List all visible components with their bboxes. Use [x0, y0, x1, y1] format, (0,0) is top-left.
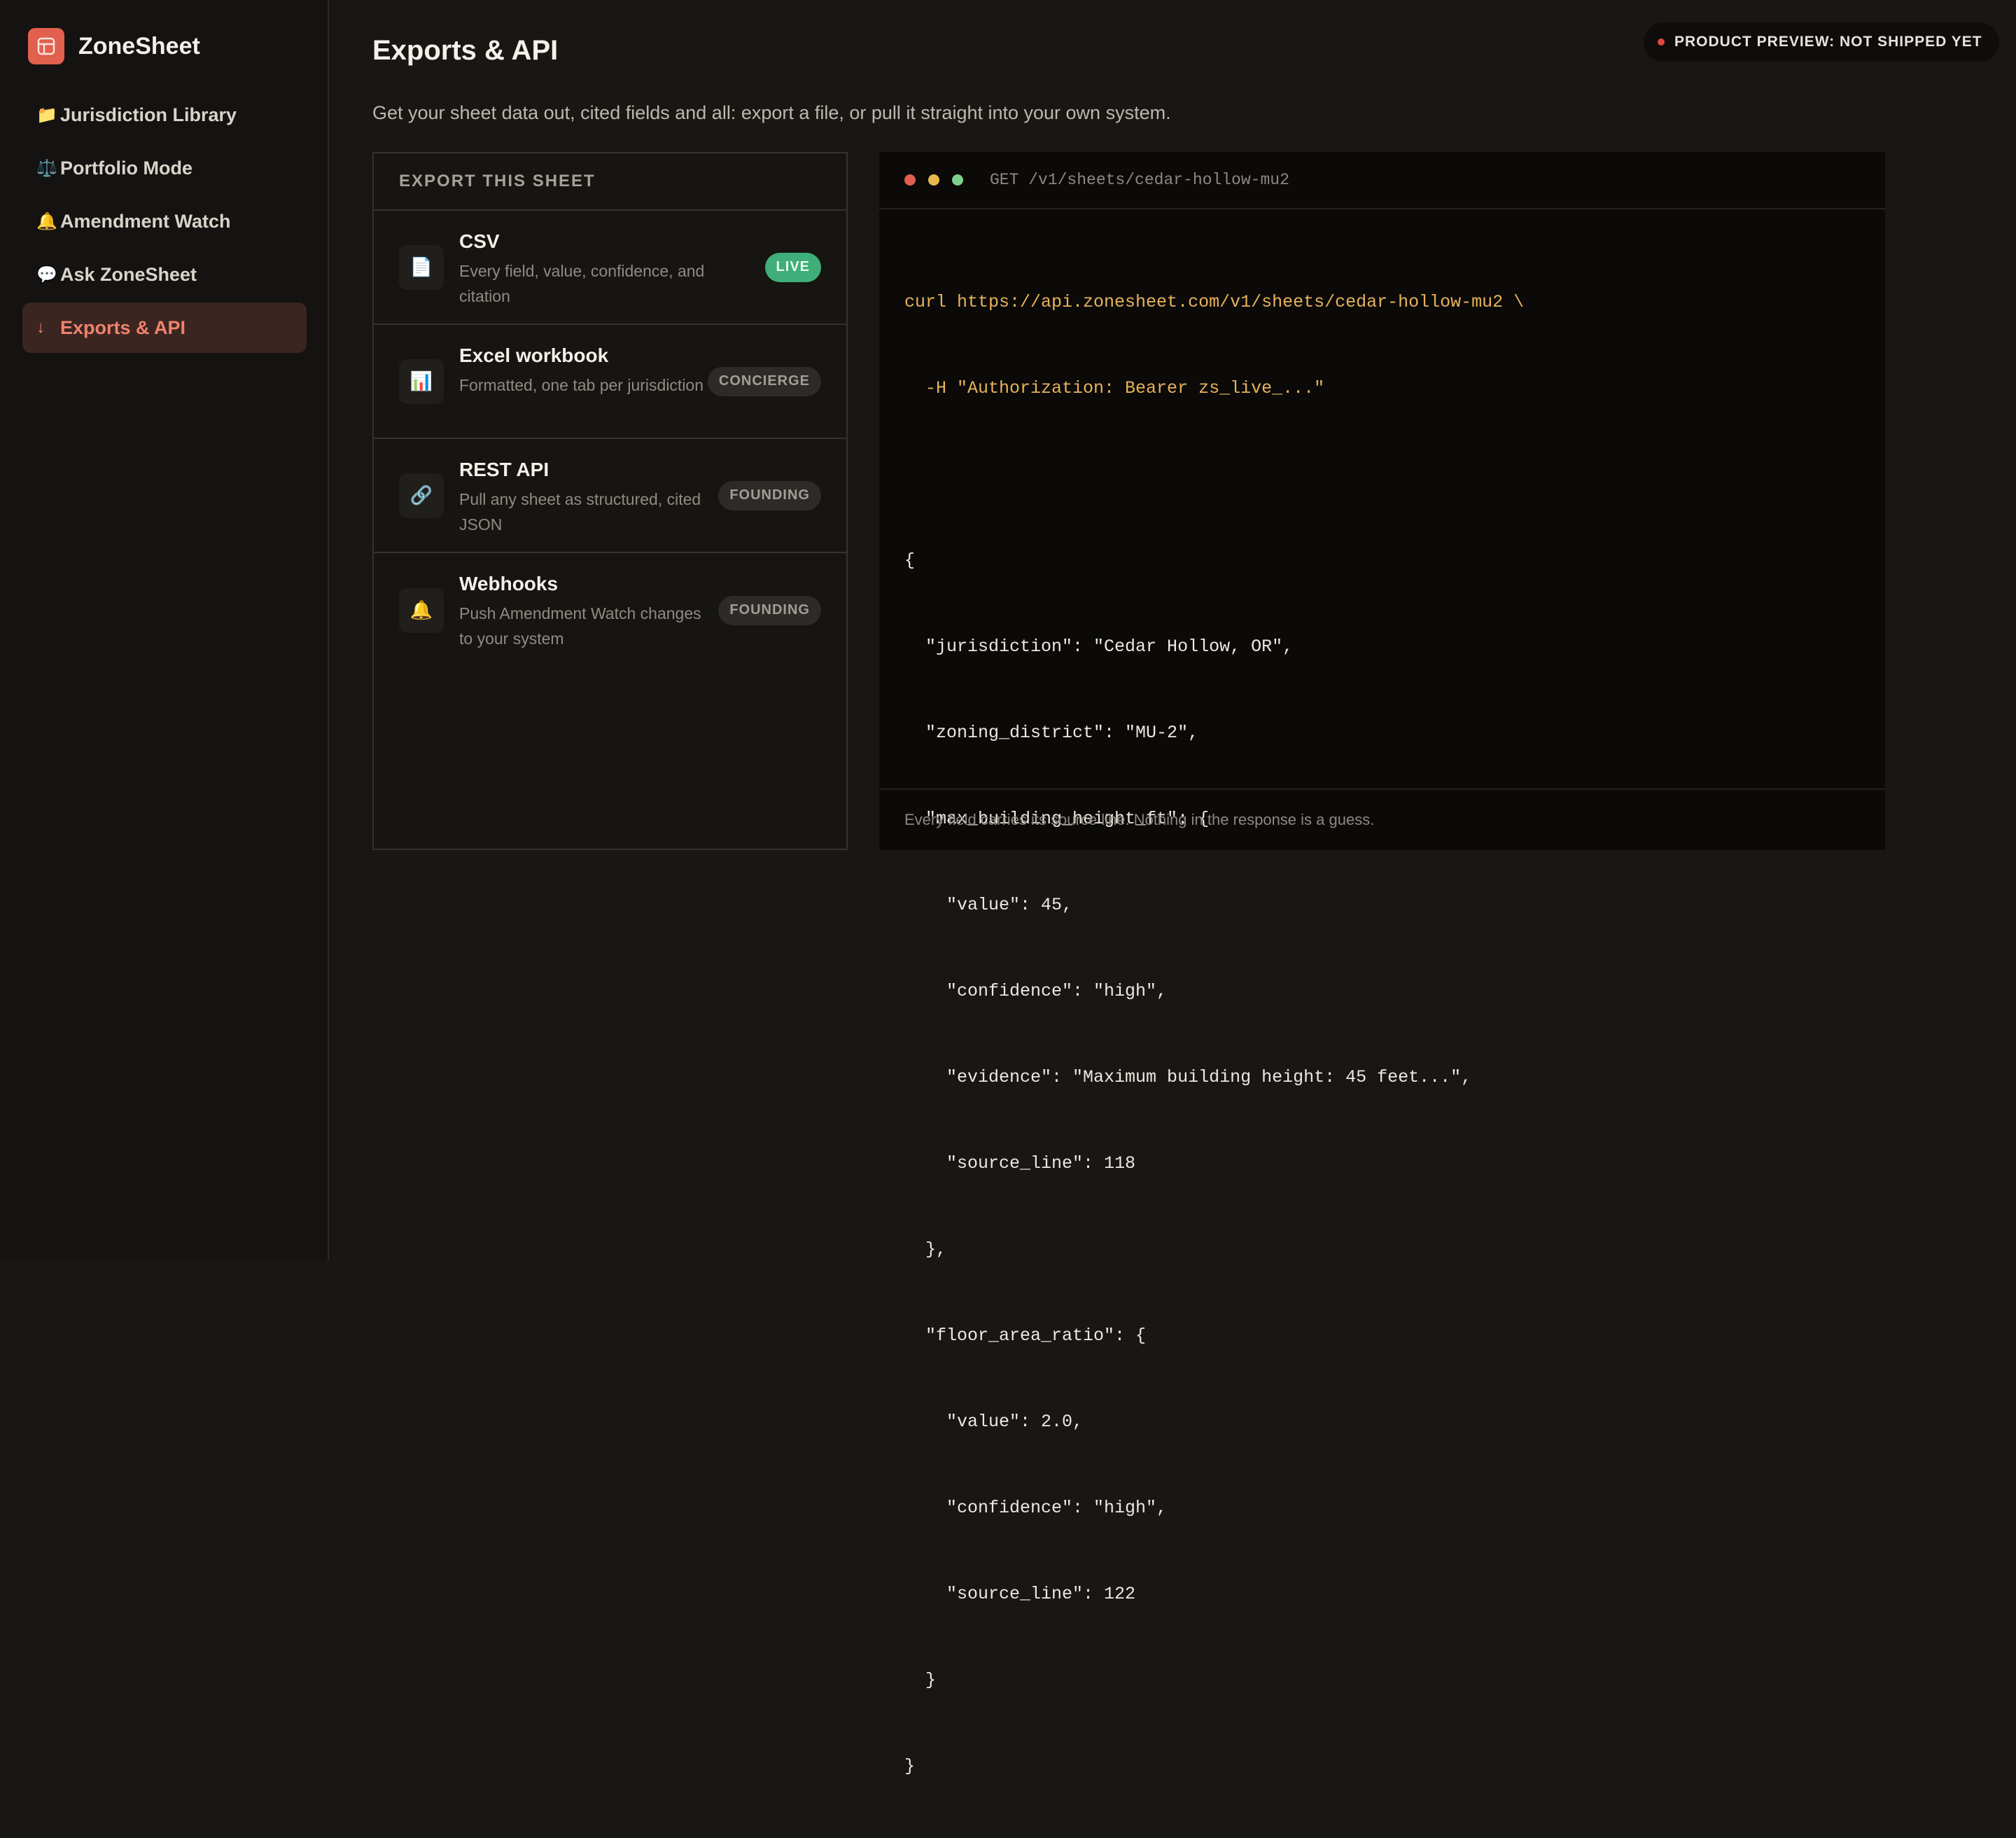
- status-badge: FOUNDING: [718, 595, 821, 625]
- sidebar-item-portfolio-mode[interactable]: ⚖️ Portfolio Mode: [22, 143, 307, 193]
- code-line: "source_line": 122: [904, 1584, 1136, 1604]
- code-line: }: [904, 1670, 937, 1690]
- app-logo-icon: [28, 28, 64, 64]
- brand[interactable]: ZoneSheet: [28, 28, 200, 64]
- app-name: ZoneSheet: [78, 32, 200, 60]
- scales-icon: ⚖️: [36, 158, 57, 178]
- window-minimize-dot-icon: [928, 174, 939, 186]
- bell-icon: 🔔: [399, 587, 444, 633]
- sidebar-item-label: Portfolio Mode: [60, 157, 192, 179]
- status-dot-icon: [1658, 39, 1665, 46]
- download-arrow-icon: ↓: [36, 318, 45, 337]
- sidebar-item-label: Exports & API: [60, 316, 186, 338]
- code-line: "value": 2.0,: [904, 1412, 1084, 1432]
- document-icon: 📄: [399, 244, 444, 290]
- sidebar-item-jurisdiction-library[interactable]: 📁 Jurisdiction Library: [22, 90, 307, 140]
- code-line: "confidence": "high",: [904, 1498, 1168, 1518]
- code-line: "value": 45,: [904, 895, 1073, 915]
- status-badge: CONCIERGE: [707, 366, 821, 396]
- export-option-title: CSV: [459, 230, 500, 252]
- code-line: "jurisdiction": "Cedar Hollow, OR",: [904, 636, 1294, 657]
- export-option-description: Push Amendment Watch changes to your sys…: [459, 604, 701, 648]
- code-line: -H "Authorization: Bearer zs_live_...": [904, 378, 1325, 398]
- export-panel: EXPORT THIS SHEET 📄 CSV Every field, val…: [372, 152, 848, 850]
- sidebar: ZoneSheet 📁 Jurisdiction Library ⚖️ Port…: [0, 0, 329, 1260]
- code-line: }: [904, 1756, 916, 1776]
- export-option-title: REST API: [459, 459, 550, 480]
- export-option-description: Every field, value, confidence, and cita…: [459, 262, 705, 305]
- sidebar-item-label: Ask ZoneSheet: [60, 263, 197, 285]
- code-line: },: [904, 1239, 947, 1260]
- page-subtitle: Get your sheet data out, cited fields an…: [372, 102, 1171, 123]
- folder-icon: 📁: [36, 105, 57, 125]
- status-badge: LIVE: [764, 252, 821, 282]
- code-line: "confidence": "high",: [904, 981, 1168, 1001]
- sidebar-item-label: Jurisdiction Library: [60, 104, 237, 125]
- status-badge: FOUNDING: [718, 480, 821, 510]
- code-panel-header: GET /v1/sheets/cedar-hollow-mu2: [879, 152, 1885, 209]
- export-option-description: Formatted, one tab per jurisdiction: [459, 376, 704, 394]
- export-panel-heading: EXPORT THIS SHEET: [374, 153, 846, 211]
- export-option-webhooks[interactable]: 🔔 Webhooks Push Amendment Watch changes …: [374, 553, 846, 667]
- sidebar-item-exports-api[interactable]: ↓ Exports & API: [22, 302, 307, 353]
- bell-icon: 🔔: [36, 211, 57, 231]
- window-maximize-dot-icon: [952, 174, 963, 186]
- bar-chart-icon: 📊: [399, 358, 444, 404]
- sidebar-item-amendment-watch[interactable]: 🔔 Amendment Watch: [22, 196, 307, 246]
- code-line: "evidence": "Maximum building height: 45…: [904, 1067, 1472, 1087]
- export-option-rest-api[interactable]: 🔗 REST API Pull any sheet as structured,…: [374, 439, 846, 553]
- code-line: curl https://api.zonesheet.com/v1/sheets…: [904, 292, 1525, 312]
- export-option-csv[interactable]: 📄 CSV Every field, value, confidence, an…: [374, 211, 846, 325]
- link-icon: 🔗: [399, 473, 444, 518]
- code-block[interactable]: curl https://api.zonesheet.com/v1/sheets…: [904, 230, 1524, 1838]
- code-panel-footer: Every field carries its source line. Not…: [879, 788, 1885, 850]
- export-option-title: Excel workbook: [459, 344, 609, 366]
- speech-bubble-icon: 💬: [36, 265, 57, 284]
- api-code-panel: GET /v1/sheets/cedar-hollow-mu2 curl htt…: [879, 152, 1885, 1776]
- preview-badge-label: PRODUCT PREVIEW: NOT SHIPPED YET: [1674, 34, 1982, 50]
- sidebar-item-ask-zonesheet[interactable]: 💬 Ask ZoneSheet: [22, 249, 307, 300]
- sidebar-item-label: Amendment Watch: [60, 210, 231, 232]
- code-line: "floor_area_ratio": {: [904, 1325, 1147, 1346]
- window-close-dot-icon: [904, 174, 916, 186]
- code-line: "zoning_district": "MU-2",: [904, 723, 1199, 743]
- page-title: Exports & API: [372, 35, 559, 66]
- export-option-description: Pull any sheet as structured, cited JSON: [459, 490, 701, 534]
- export-option-excel[interactable]: 📊 Excel workbook Formatted, one tab per …: [374, 325, 846, 439]
- code-line: {: [904, 550, 916, 571]
- code-line: "source_line": 118: [904, 1153, 1136, 1174]
- request-path: GET /v1/sheets/cedar-hollow-mu2: [990, 171, 1289, 189]
- export-option-title: Webhooks: [459, 573, 559, 594]
- preview-status-badge: PRODUCT PREVIEW: NOT SHIPPED YET: [1644, 22, 1999, 62]
- sidebar-nav: 📁 Jurisdiction Library ⚖️ Portfolio Mode…: [22, 90, 307, 356]
